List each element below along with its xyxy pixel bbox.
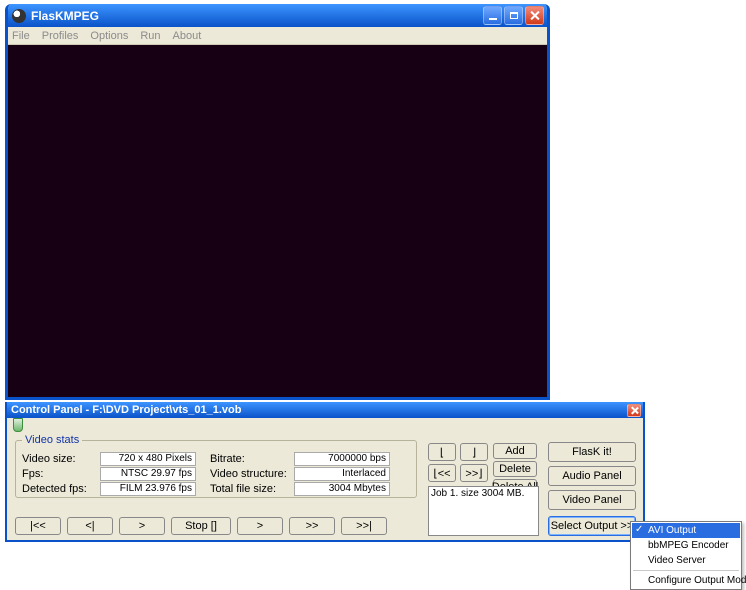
menu-run[interactable]: Run (140, 30, 160, 42)
close-button[interactable] (525, 6, 544, 25)
jump-out-button[interactable]: >>⌋ (460, 464, 488, 482)
main-titlebar: FlasKMPEG (8, 4, 547, 27)
video-structure-label: Video structure: (210, 468, 294, 480)
maximize-button[interactable] (504, 6, 523, 25)
menubar: File Profiles Options Run About (8, 27, 547, 45)
transport-last[interactable]: >>| (341, 517, 387, 535)
job-list[interactable]: Job 1. size 3004 MB. (428, 486, 539, 536)
total-size-label: Total file size: (210, 483, 294, 495)
mark-out-button[interactable]: ⌋ (460, 443, 488, 461)
total-size-value: 3004 Mbytes (294, 482, 390, 496)
fps-value: NTSC 29.97 fps (100, 467, 196, 481)
jump-in-button[interactable]: ⌊<< (428, 464, 456, 482)
menu-item-bbmpeg[interactable]: bbMPEG Encoder (632, 538, 740, 553)
bitrate-label: Bitrate: (210, 453, 294, 465)
audio-panel-button[interactable]: Audio Panel (548, 466, 636, 486)
output-select-menu: AVI Output bbMPEG Encoder Video Server C… (630, 521, 742, 590)
main-title: FlasKMPEG (31, 9, 481, 23)
minimize-button[interactable] (483, 6, 502, 25)
menu-separator (633, 570, 739, 571)
transport-play[interactable]: > (119, 517, 165, 535)
main-window: FlasKMPEG File Profiles Options Run Abou… (5, 4, 550, 400)
control-panel-titlebar: Control Panel - F:\DVD Project\vts_01_1.… (7, 402, 643, 418)
video-stats-group: Video stats Video size: 720 x 480 Pixels… (15, 440, 417, 498)
menu-profiles[interactable]: Profiles (42, 30, 79, 42)
seek-slider-track[interactable] (13, 424, 633, 426)
control-panel-window: Control Panel - F:\DVD Project\vts_01_1.… (5, 402, 645, 542)
transport-stop[interactable]: Stop [] (171, 517, 231, 535)
bitrate-value: 7000000 bps (294, 452, 390, 466)
flask-it-button[interactable]: FlasK it! (548, 442, 636, 462)
menu-file[interactable]: File (12, 30, 30, 42)
fps-label: Fps: (22, 468, 100, 480)
delete-job-button[interactable]: Delete (493, 461, 537, 477)
transport-step[interactable]: > (237, 517, 283, 535)
menu-item-avi-output[interactable]: AVI Output (632, 523, 740, 538)
menu-item-configure-output[interactable]: Configure Output Module (632, 573, 740, 588)
seek-slider-thumb[interactable] (13, 418, 23, 432)
detected-fps-label: Detected fps: (22, 483, 100, 495)
video-stats-title: Video stats (22, 434, 82, 446)
job-list-item[interactable]: Job 1. size 3004 MB. (431, 488, 536, 499)
video-structure-value: Interlaced (294, 467, 390, 481)
transport-prev[interactable]: <| (67, 517, 113, 535)
menu-item-video-server[interactable]: Video Server (632, 553, 740, 568)
mark-in-button[interactable]: ⌊ (428, 443, 456, 461)
video-size-value: 720 x 480 Pixels (100, 452, 196, 466)
menu-about[interactable]: About (173, 30, 202, 42)
menu-options[interactable]: Options (90, 30, 128, 42)
app-icon (12, 9, 26, 23)
video-preview (8, 45, 547, 397)
control-panel-close-button[interactable] (627, 404, 641, 417)
transport-controls: |<< <| > Stop [] > >> >>| (15, 517, 387, 535)
add-job-button[interactable]: Add (493, 443, 537, 459)
video-size-label: Video size: (22, 453, 100, 465)
control-panel-title: Control Panel - F:\DVD Project\vts_01_1.… (11, 404, 627, 416)
transport-ff[interactable]: >> (289, 517, 335, 535)
video-panel-button[interactable]: Video Panel (548, 490, 636, 510)
select-output-button[interactable]: Select Output >> (548, 516, 636, 536)
detected-fps-value: FILM 23.976 fps (100, 482, 196, 496)
transport-first[interactable]: |<< (15, 517, 61, 535)
